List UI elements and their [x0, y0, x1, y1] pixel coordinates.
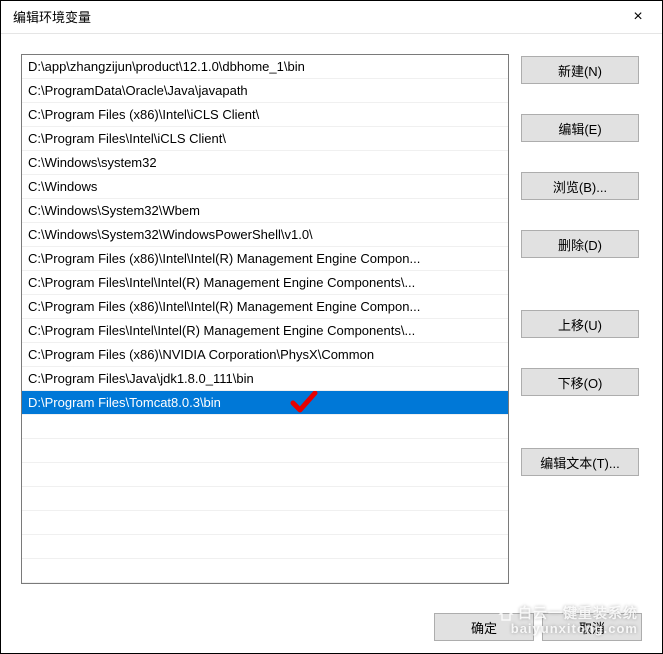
- list-item-empty[interactable]: [22, 463, 508, 487]
- spacer: [521, 344, 639, 362]
- move-up-button[interactable]: 上移(U): [521, 310, 639, 338]
- spacer: [521, 206, 639, 224]
- list-item-empty[interactable]: [22, 535, 508, 559]
- title-bar: 编辑环境变量 ×: [1, 1, 662, 33]
- path-listbox[interactable]: D:\app\zhangzijun\product\12.1.0\dbhome_…: [21, 54, 509, 584]
- list-item[interactable]: D:\Program Files\Tomcat8.0.3\bin: [22, 391, 508, 415]
- list-item[interactable]: C:\Windows\System32\Wbem: [22, 199, 508, 223]
- list-item[interactable]: C:\Program Files (x86)\Intel\Intel(R) Ma…: [22, 295, 508, 319]
- list-item[interactable]: C:\Program Files (x86)\Intel\iCLS Client…: [22, 103, 508, 127]
- list-item[interactable]: C:\Program Files\Intel\iCLS Client\: [22, 127, 508, 151]
- new-button[interactable]: 新建(N): [521, 56, 639, 84]
- list-item[interactable]: C:\Windows\system32: [22, 151, 508, 175]
- cancel-button[interactable]: 取消: [542, 613, 642, 641]
- close-button[interactable]: ×: [622, 3, 654, 31]
- move-down-button[interactable]: 下移(O): [521, 368, 639, 396]
- list-item[interactable]: C:\Windows\System32\WindowsPowerShell\v1…: [22, 223, 508, 247]
- list-item-empty[interactable]: [22, 511, 508, 535]
- spacer: [521, 264, 639, 304]
- list-item-empty[interactable]: [22, 487, 508, 511]
- list-item-empty[interactable]: [22, 559, 508, 583]
- spacer: [521, 402, 639, 442]
- ok-button[interactable]: 确定: [434, 613, 534, 641]
- list-item[interactable]: C:\Program Files (x86)\NVIDIA Corporatio…: [22, 343, 508, 367]
- edit-button[interactable]: 编辑(E): [521, 114, 639, 142]
- list-item[interactable]: C:\ProgramData\Oracle\Java\javapath: [22, 79, 508, 103]
- spacer: [521, 90, 639, 108]
- browse-button[interactable]: 浏览(B)...: [521, 172, 639, 200]
- list-item-empty[interactable]: [22, 439, 508, 463]
- dialog-footer: 确定 取消: [434, 613, 642, 641]
- edit-text-button[interactable]: 编辑文本(T)...: [521, 448, 639, 476]
- checkmark-icon: [290, 391, 318, 415]
- delete-button[interactable]: 删除(D): [521, 230, 639, 258]
- side-button-panel: 新建(N) 编辑(E) 浏览(B)... 删除(D) 上移(U) 下移(O) 编…: [521, 54, 639, 584]
- list-item[interactable]: C:\Program Files\Intel\Intel(R) Manageme…: [22, 319, 508, 343]
- spacer: [521, 148, 639, 166]
- list-item[interactable]: C:\Program Files\Intel\Intel(R) Manageme…: [22, 271, 508, 295]
- list-item-empty[interactable]: [22, 415, 508, 439]
- list-item[interactable]: C:\Windows: [22, 175, 508, 199]
- content-area: D:\app\zhangzijun\product\12.1.0\dbhome_…: [1, 34, 662, 596]
- list-item[interactable]: C:\Program Files\Java\jdk1.8.0_111\bin: [22, 367, 508, 391]
- window-title: 编辑环境变量: [13, 7, 91, 26]
- list-item[interactable]: C:\Program Files (x86)\Intel\Intel(R) Ma…: [22, 247, 508, 271]
- list-item[interactable]: D:\app\zhangzijun\product\12.1.0\dbhome_…: [22, 55, 508, 79]
